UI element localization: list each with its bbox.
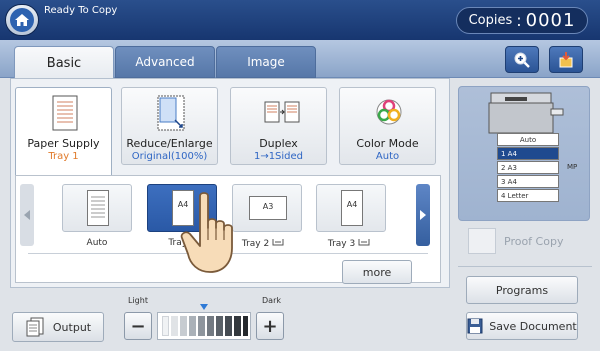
tray-status-3: 3 A4 bbox=[497, 175, 559, 188]
mp-tray-label: MP bbox=[567, 163, 578, 171]
tray-name: Tray 3 bbox=[327, 239, 356, 249]
color-mode-value: Auto bbox=[375, 151, 400, 162]
home-icon bbox=[10, 8, 34, 32]
density-indicator-icon bbox=[200, 304, 208, 310]
home-button[interactable] bbox=[5, 4, 39, 36]
tab-basic[interactable]: Basic bbox=[14, 46, 114, 79]
save-document-label: Save Document bbox=[489, 319, 577, 333]
output-icon bbox=[26, 317, 44, 337]
save-document-button[interactable]: Save Document bbox=[466, 312, 578, 340]
density-step bbox=[243, 316, 248, 336]
density-step bbox=[216, 316, 223, 336]
copies-label: Copies bbox=[468, 13, 513, 28]
paper-supply-label: Paper Supply bbox=[27, 137, 100, 150]
bottom-bar: Output Light Dark − + bbox=[0, 288, 450, 351]
paper-sheet-icon bbox=[52, 95, 78, 131]
color-wheel-icon bbox=[376, 99, 402, 125]
reduce-enlarge-icon bbox=[157, 95, 185, 131]
density-step bbox=[198, 316, 205, 336]
pointing-hand-icon bbox=[180, 192, 233, 273]
proof-copy-button[interactable]: Proof Copy bbox=[468, 228, 563, 254]
top-bar: Ready To Copy Copies : 0001 bbox=[0, 0, 600, 40]
tab-strip: Basic Advanced Image bbox=[0, 40, 600, 79]
chevron-left-icon bbox=[24, 210, 30, 220]
duplex-icon bbox=[264, 101, 300, 123]
tray-label-tray3: Tray 3 bbox=[314, 238, 384, 249]
paper-supply-value: Tray 1 bbox=[48, 151, 79, 162]
density-step bbox=[207, 316, 214, 336]
job-queue-button[interactable] bbox=[549, 46, 583, 73]
status-text: Ready To Copy bbox=[44, 5, 118, 16]
scroll-left-button[interactable] bbox=[20, 184, 34, 246]
reduce-enlarge-button[interactable]: Reduce/Enlarge Original(100%) bbox=[121, 87, 218, 165]
light-label: Light bbox=[128, 296, 148, 305]
copies-counter[interactable]: Copies : 0001 bbox=[456, 7, 588, 34]
tray-label-auto: Auto bbox=[86, 238, 108, 248]
right-panel: Auto 1 A4 2 A3 3 A4 4 Letter MP Proof Co… bbox=[450, 78, 600, 351]
density-step bbox=[171, 316, 178, 336]
duplex-button[interactable]: Duplex 1→1Sided bbox=[230, 87, 327, 165]
darker-button[interactable]: + bbox=[256, 312, 284, 340]
divider bbox=[458, 266, 592, 267]
job-queue-icon bbox=[559, 51, 573, 67]
density-step bbox=[180, 316, 187, 336]
copies-colon: : bbox=[516, 11, 522, 30]
density-step bbox=[225, 316, 232, 336]
scroll-right-button[interactable] bbox=[416, 184, 430, 246]
reduce-enlarge-value: Original(100%) bbox=[131, 151, 208, 162]
paper-sheet-icon bbox=[87, 190, 109, 226]
zoom-button[interactable] bbox=[505, 46, 539, 73]
printer-icon bbox=[488, 92, 564, 134]
dark-label: Dark bbox=[262, 296, 281, 305]
tab-image[interactable]: Image bbox=[216, 46, 316, 78]
tray-option-auto[interactable] bbox=[62, 184, 132, 232]
more-button[interactable]: more bbox=[342, 260, 412, 284]
tray-icon bbox=[358, 239, 370, 246]
proof-copy-label: Proof Copy bbox=[504, 234, 564, 248]
paper-size-label: A4 bbox=[346, 200, 358, 209]
tray-option-tray3[interactable]: A4 bbox=[316, 184, 386, 232]
color-mode-label: Color Mode bbox=[356, 137, 419, 150]
tray-status-4: 4 Letter bbox=[497, 189, 559, 202]
density-step bbox=[189, 316, 196, 336]
tab-advanced[interactable]: Advanced bbox=[115, 46, 215, 78]
reduce-enlarge-label: Reduce/Enlarge bbox=[126, 137, 213, 150]
output-button[interactable]: Output bbox=[12, 312, 104, 342]
tray-icon bbox=[272, 239, 284, 246]
paper-size-label: A3 bbox=[262, 202, 274, 211]
tray-status-1: 1 A4 bbox=[497, 147, 559, 160]
tray-status-auto: Auto bbox=[497, 133, 559, 146]
color-mode-button[interactable]: Color Mode Auto bbox=[339, 87, 436, 165]
duplex-label: Duplex bbox=[259, 137, 298, 150]
tray-status-list: Auto 1 A4 2 A3 3 A4 4 Letter bbox=[497, 133, 559, 217]
paper-supply-button[interactable]: Paper Supply Tray 1 bbox=[15, 87, 112, 183]
magnifier-plus-icon bbox=[514, 52, 530, 68]
duplex-value: 1→1Sided bbox=[253, 151, 304, 162]
tray-name: Tray 2 bbox=[241, 239, 270, 249]
paper-sheet-icon: A4 bbox=[341, 190, 363, 226]
lighter-button[interactable]: − bbox=[124, 312, 152, 340]
copies-value: 0001 bbox=[525, 10, 576, 31]
floppy-disk-icon bbox=[467, 318, 483, 334]
output-label: Output bbox=[52, 320, 92, 334]
tray-status-2: 2 A3 bbox=[497, 161, 559, 174]
proof-copy-icon bbox=[468, 228, 496, 254]
paper-sheet-icon: A3 bbox=[249, 196, 287, 220]
machine-diagram: Auto 1 A4 2 A3 3 A4 4 Letter MP bbox=[458, 86, 590, 221]
density-scale[interactable] bbox=[157, 312, 251, 340]
density-step bbox=[162, 316, 169, 336]
chevron-right-icon bbox=[420, 210, 426, 220]
programs-button[interactable]: Programs bbox=[466, 276, 578, 304]
density-step bbox=[234, 316, 241, 336]
